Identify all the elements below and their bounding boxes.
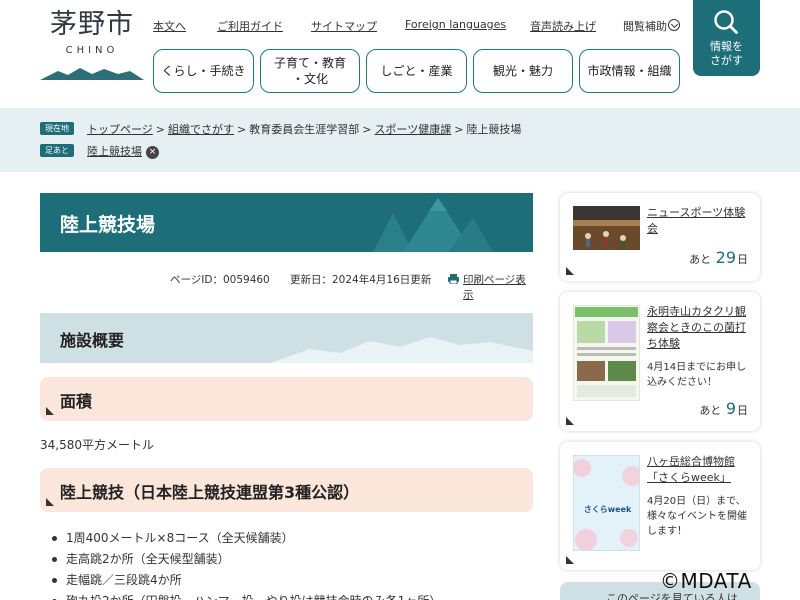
event-card-sports[interactable]: ニュースポーツ体験会 あと 29日 — [560, 193, 760, 281]
track-heading-box: 陸上競技（日本陸上競技連盟第3種公認） — [40, 468, 533, 512]
section-overview-header: 施設概要 — [40, 313, 533, 363]
decorative-mountain-ridge-icon — [270, 337, 533, 363]
track-heading: 陸上競技（日本陸上競技連盟第3種公認） — [60, 483, 360, 502]
logo-kanji: 茅野市 — [50, 9, 134, 40]
search-icon — [714, 10, 738, 34]
nav-city-info[interactable]: 市政情報・組織 — [579, 49, 680, 93]
speech-reader-link[interactable]: 音声読み上げ — [530, 18, 596, 34]
list-item: 走高跳2か所（全天候型舗装） — [52, 549, 441, 570]
city-logo[interactable]: 茅野市 CHINO — [40, 10, 144, 80]
days-remaining: あと 9日 — [699, 399, 748, 418]
area-value: 34,580平方メートル — [40, 438, 154, 452]
breadcrumb-sep: > — [362, 123, 372, 136]
corner-triangle-icon — [566, 556, 574, 564]
event-card-sakura[interactable]: さくらweek 八ヶ岳総合博物館「さくらweek」 4月20日（日）まで、様々な… — [560, 442, 760, 570]
usage-guide-link[interactable]: ご利用ガイド — [217, 18, 283, 34]
printer-icon — [448, 274, 459, 284]
breadcrumb-sports-health[interactable]: スポーツ健康課 — [374, 123, 451, 136]
page-id: ページID：0059460 — [170, 274, 270, 286]
area-heading-box: 面積 — [40, 377, 533, 421]
breadcrumb-current: 陸上競技場 — [466, 123, 522, 136]
corner-triangle-icon — [46, 498, 54, 506]
list-item: 1周400メートル×8コース（全天候舗装） — [52, 528, 441, 549]
page-title: 陸上競技場 — [60, 214, 156, 236]
updated-date: 更新日：2024年4月16日更新 — [290, 274, 432, 286]
skip-to-content-link[interactable]: 本文へ — [153, 18, 186, 34]
footprint-tag: 足あと — [40, 144, 74, 157]
corner-triangle-icon — [46, 407, 54, 415]
nav-childcare-line1: 子育て・教育 — [273, 56, 346, 70]
area-heading: 面積 — [60, 392, 93, 411]
count-prefix: あと — [699, 404, 722, 417]
breadcrumb-top[interactable]: トップページ — [87, 123, 153, 136]
breadcrumb-band: 現在地 トップページ > 組織でさがす > 教育委員会生涯学習部 > スポーツ健康課 > 陸上競… — [0, 108, 800, 172]
nav-work[interactable]: しごと・産業 — [366, 49, 467, 93]
count-suffix: 日 — [737, 404, 748, 417]
list-item: 砲丸投2か所（円盤投、ハンマー投、やり投は競技会時のみ各1ヶ所） — [52, 591, 441, 600]
search-label-line1: 情報を — [710, 40, 743, 53]
decorative-mountains-icon — [373, 198, 493, 252]
event-title-sakura[interactable]: 八ヶ岳総合博物館「さくらweek」 — [647, 454, 753, 486]
event-flyer-katakuri — [573, 305, 640, 401]
days-remaining: あと 29日 — [689, 248, 748, 267]
list-item: 走幅跳／三段跳4か所 — [52, 570, 441, 591]
breadcrumb-education-board: 教育委員会生涯学習部 — [249, 123, 360, 136]
nav-living[interactable]: くらし・手続き — [153, 49, 254, 93]
search-info-button[interactable]: 情報を さがす — [693, 0, 760, 76]
track-spec-list: 1周400メートル×8コース（全天候舗装） 走高跳2か所（全天候型舗装） 走幅跳… — [52, 528, 441, 600]
logo-roman: CHINO — [65, 45, 119, 56]
chevron-down-circle-icon[interactable] — [668, 19, 680, 31]
page-meta: ページID：0059460 更新日：2024年4月16日更新 印刷ページ表示 — [40, 272, 533, 301]
current-location-tag: 現在地 — [40, 122, 74, 135]
nav-childcare-line2: ・文化 — [291, 72, 328, 86]
event-desc-sakura: 4月20日（日）まで、様々なイベントを開催します！ — [647, 496, 747, 537]
footprint-item[interactable]: 陸上競技場 — [87, 145, 142, 158]
breadcrumb-sep: > — [155, 123, 165, 136]
breadcrumb-sep: > — [237, 123, 247, 136]
event-card-katakuri[interactable]: 永明寺山カタクリ観察会ときのこの菌打ち体験 4月14日までにお申し込みください！… — [560, 292, 760, 431]
corner-triangle-icon — [566, 267, 574, 275]
event-desc-katakuri: 4月14日までにお申し込みください！ — [647, 362, 747, 388]
close-icon[interactable]: × — [146, 145, 159, 159]
event-title-sports[interactable]: ニュースポーツ体験会 — [647, 205, 753, 237]
accessibility-menu-link[interactable]: 閲覧補助 — [623, 18, 667, 34]
page-title-bar: 陸上競技場 — [40, 193, 533, 252]
poster-text: さくらweek — [583, 505, 632, 514]
site-header: 茅野市 CHINO 本文へ ご利用ガイド サイトマップ Foreign lang… — [0, 0, 800, 108]
breadcrumb: トップページ > 組織でさがす > 教育委員会生涯学習部 > スポーツ健康課 > 陸上競技場 — [87, 121, 521, 137]
foreign-languages-link[interactable]: Foreign languages — [405, 18, 506, 31]
sitemap-link[interactable]: サイトマップ — [311, 18, 377, 34]
event-photo-gym — [573, 206, 640, 250]
nav-childcare[interactable]: 子育て・教育 ・文化 — [260, 49, 360, 93]
footprint-row: 陸上競技場 × — [87, 143, 159, 159]
breadcrumb-sep: > — [454, 123, 464, 136]
count-number: 29 — [715, 248, 736, 267]
nav-tourism[interactable]: 観光・魅力 — [473, 49, 573, 93]
count-prefix: あと — [689, 253, 712, 266]
count-suffix: 日 — [737, 253, 748, 266]
copyright-watermark: ©MDATA — [660, 569, 752, 593]
corner-triangle-icon — [566, 417, 574, 425]
event-title-katakuri[interactable]: 永明寺山カタクリ観察会ときのこの菌打ち体験 — [647, 304, 753, 352]
print-page-link[interactable]: 印刷ページ表示 — [463, 272, 533, 302]
event-poster-sakura: さくらweek — [573, 455, 640, 551]
search-label-line2: さがす — [710, 54, 743, 67]
mountain-logo-icon — [40, 68, 144, 80]
search-button-label: 情報を さがす — [693, 40, 760, 68]
count-number: 9 — [725, 399, 736, 418]
breadcrumb-organization[interactable]: 組織でさがす — [168, 123, 234, 136]
